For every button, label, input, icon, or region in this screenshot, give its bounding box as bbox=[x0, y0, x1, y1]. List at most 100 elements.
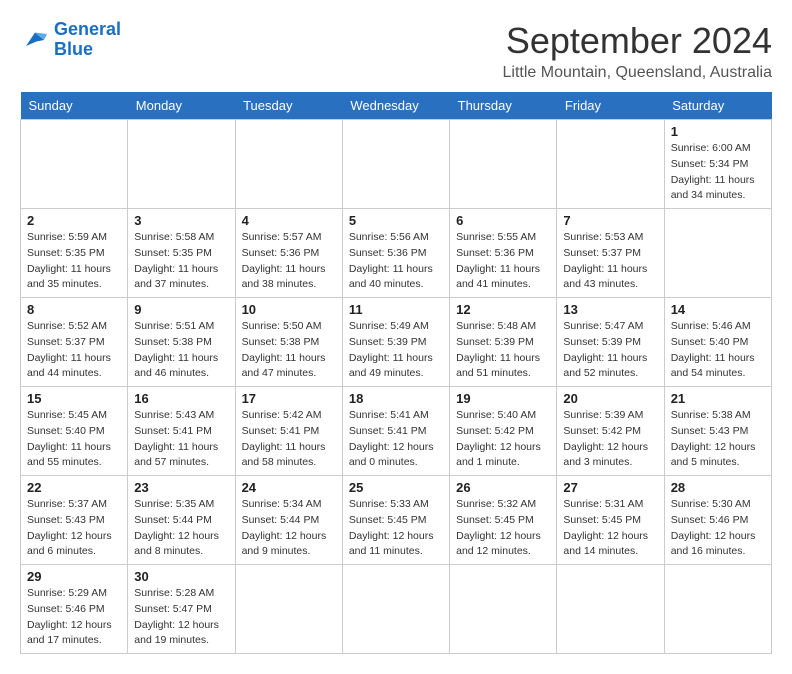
calendar-cell: 1Sunrise: 6:00 AMSunset: 5:34 PMDaylight… bbox=[664, 120, 771, 209]
week-row-3: 15 Sunrise: 5:45 AMSunset: 5:40 PMDayligh… bbox=[21, 387, 772, 476]
day-info: Sunrise: 5:53 AMSunset: 5:37 PMDaylight:… bbox=[563, 230, 657, 293]
day-number: 13 bbox=[563, 302, 657, 317]
day-info: Sunrise: 5:39 AMSunset: 5:42 PMDaylight:… bbox=[563, 408, 657, 471]
calendar-cell: 23 Sunrise: 5:35 AMSunset: 5:44 PMDayligh… bbox=[128, 476, 235, 565]
day-info: Sunrise: 5:42 AMSunset: 5:41 PMDaylight:… bbox=[242, 408, 336, 471]
month-title: September 2024 bbox=[503, 20, 773, 62]
col-header-wednesday: Wednesday bbox=[342, 92, 449, 120]
day-number: 2 bbox=[27, 213, 121, 228]
day-number: 20 bbox=[563, 391, 657, 406]
day-number: 17 bbox=[242, 391, 336, 406]
day-number: 12 bbox=[456, 302, 550, 317]
calendar-cell: 5Sunrise: 5:56 AMSunset: 5:36 PMDaylight… bbox=[342, 209, 449, 298]
day-number: 5 bbox=[349, 213, 443, 228]
col-header-friday: Friday bbox=[557, 92, 664, 120]
calendar-cell: 30 Sunrise: 5:28 AMSunset: 5:47 PMDayligh… bbox=[128, 565, 235, 654]
day-number: 1 bbox=[671, 124, 765, 139]
calendar-cell: 20 Sunrise: 5:39 AMSunset: 5:42 PMDayligh… bbox=[557, 387, 664, 476]
day-number: 7 bbox=[563, 213, 657, 228]
calendar-header-row: SundayMondayTuesdayWednesdayThursdayFrid… bbox=[21, 92, 772, 120]
calendar-cell bbox=[557, 565, 664, 654]
calendar-cell bbox=[664, 565, 771, 654]
col-header-sunday: Sunday bbox=[21, 92, 128, 120]
day-info: Sunrise: 5:30 AMSunset: 5:46 PMDaylight:… bbox=[671, 497, 765, 560]
day-number: 22 bbox=[27, 480, 121, 495]
col-header-monday: Monday bbox=[128, 92, 235, 120]
day-info: Sunrise: 5:35 AMSunset: 5:44 PMDaylight:… bbox=[134, 497, 228, 560]
calendar-cell bbox=[342, 120, 449, 209]
day-number: 4 bbox=[242, 213, 336, 228]
calendar-cell: 21Sunrise: 5:38 AMSunset: 5:43 PMDayligh… bbox=[664, 387, 771, 476]
day-number: 18 bbox=[349, 391, 443, 406]
calendar-table: SundayMondayTuesdayWednesdayThursdayFrid… bbox=[20, 92, 772, 654]
day-number: 27 bbox=[563, 480, 657, 495]
week-row-5: 29 Sunrise: 5:29 AMSunset: 5:46 PMDayligh… bbox=[21, 565, 772, 654]
calendar-cell bbox=[664, 209, 771, 298]
day-number: 11 bbox=[349, 302, 443, 317]
calendar-cell: 7 Sunrise: 5:53 AMSunset: 5:37 PMDaylight… bbox=[557, 209, 664, 298]
calendar-cell: 26Sunrise: 5:32 AMSunset: 5:45 PMDayligh… bbox=[450, 476, 557, 565]
week-row-4: 22 Sunrise: 5:37 AMSunset: 5:43 PMDayligh… bbox=[21, 476, 772, 565]
day-info: Sunrise: 5:49 AMSunset: 5:39 PMDaylight:… bbox=[349, 319, 443, 382]
calendar-cell bbox=[557, 120, 664, 209]
day-info: Sunrise: 5:31 AMSunset: 5:45 PMDaylight:… bbox=[563, 497, 657, 560]
col-header-tuesday: Tuesday bbox=[235, 92, 342, 120]
calendar-cell: 9Sunrise: 5:51 AMSunset: 5:38 PMDaylight… bbox=[128, 298, 235, 387]
calendar-cell bbox=[450, 120, 557, 209]
day-info: Sunrise: 5:47 AMSunset: 5:39 PMDaylight:… bbox=[563, 319, 657, 382]
logo-general: General bbox=[54, 19, 121, 39]
week-row-0: 1Sunrise: 6:00 AMSunset: 5:34 PMDaylight… bbox=[21, 120, 772, 209]
day-number: 15 bbox=[27, 391, 121, 406]
calendar-cell: 27 Sunrise: 5:31 AMSunset: 5:45 PMDayligh… bbox=[557, 476, 664, 565]
day-info: Sunrise: 5:59 AMSunset: 5:35 PMDaylight:… bbox=[27, 230, 121, 293]
calendar-cell: 12 Sunrise: 5:48 AMSunset: 5:39 PMDayligh… bbox=[450, 298, 557, 387]
calendar-cell: 13 Sunrise: 5:47 AMSunset: 5:39 PMDayligh… bbox=[557, 298, 664, 387]
day-info: Sunrise: 5:48 AMSunset: 5:39 PMDaylight:… bbox=[456, 319, 550, 382]
calendar-cell: 17 Sunrise: 5:42 AMSunset: 5:41 PMDayligh… bbox=[235, 387, 342, 476]
day-number: 16 bbox=[134, 391, 228, 406]
day-info: Sunrise: 5:29 AMSunset: 5:46 PMDaylight:… bbox=[27, 586, 121, 649]
day-info: Sunrise: 5:37 AMSunset: 5:43 PMDaylight:… bbox=[27, 497, 121, 560]
calendar-cell: 29 Sunrise: 5:29 AMSunset: 5:46 PMDayligh… bbox=[21, 565, 128, 654]
calendar-cell: 2 Sunrise: 5:59 AMSunset: 5:35 PMDaylight… bbox=[21, 209, 128, 298]
calendar-cell bbox=[450, 565, 557, 654]
day-number: 24 bbox=[242, 480, 336, 495]
day-info: Sunrise: 5:41 AMSunset: 5:41 PMDaylight:… bbox=[349, 408, 443, 471]
calendar-cell: 6 Sunrise: 5:55 AMSunset: 5:36 PMDaylight… bbox=[450, 209, 557, 298]
day-info: Sunrise: 5:46 AMSunset: 5:40 PMDaylight:… bbox=[671, 319, 765, 382]
calendar-cell: 3Sunrise: 5:58 AMSunset: 5:35 PMDaylight… bbox=[128, 209, 235, 298]
calendar-cell: 19Sunrise: 5:40 AMSunset: 5:42 PMDayligh… bbox=[450, 387, 557, 476]
calendar-cell: 10Sunrise: 5:50 AMSunset: 5:38 PMDayligh… bbox=[235, 298, 342, 387]
day-info: Sunrise: 5:43 AMSunset: 5:41 PMDaylight:… bbox=[134, 408, 228, 471]
day-number: 29 bbox=[27, 569, 121, 584]
calendar-cell: 25Sunrise: 5:33 AMSunset: 5:45 PMDayligh… bbox=[342, 476, 449, 565]
calendar-cell: 15 Sunrise: 5:45 AMSunset: 5:40 PMDayligh… bbox=[21, 387, 128, 476]
day-info: Sunrise: 5:28 AMSunset: 5:47 PMDaylight:… bbox=[134, 586, 228, 649]
day-info: Sunrise: 5:55 AMSunset: 5:36 PMDaylight:… bbox=[456, 230, 550, 293]
day-number: 21 bbox=[671, 391, 765, 406]
calendar-cell bbox=[21, 120, 128, 209]
calendar-cell: 14 Sunrise: 5:46 AMSunset: 5:40 PMDayligh… bbox=[664, 298, 771, 387]
logo: General Blue bbox=[20, 20, 121, 60]
day-info: Sunrise: 5:40 AMSunset: 5:42 PMDaylight:… bbox=[456, 408, 550, 471]
calendar-cell: 16 Sunrise: 5:43 AMSunset: 5:41 PMDayligh… bbox=[128, 387, 235, 476]
day-info: Sunrise: 5:32 AMSunset: 5:45 PMDaylight:… bbox=[456, 497, 550, 560]
day-number: 23 bbox=[134, 480, 228, 495]
day-number: 8 bbox=[27, 302, 121, 317]
col-header-saturday: Saturday bbox=[664, 92, 771, 120]
day-number: 28 bbox=[671, 480, 765, 495]
calendar-cell: 28 Sunrise: 5:30 AMSunset: 5:46 PMDayligh… bbox=[664, 476, 771, 565]
day-number: 6 bbox=[456, 213, 550, 228]
logo-icon bbox=[20, 25, 50, 55]
week-row-2: 8Sunrise: 5:52 AMSunset: 5:37 PMDaylight… bbox=[21, 298, 772, 387]
day-info: Sunrise: 5:51 AMSunset: 5:38 PMDaylight:… bbox=[134, 319, 228, 382]
calendar-cell: 8Sunrise: 5:52 AMSunset: 5:37 PMDaylight… bbox=[21, 298, 128, 387]
page-header: General Blue September 2024 Little Mount… bbox=[20, 20, 772, 82]
calendar-cell: 11 Sunrise: 5:49 AMSunset: 5:39 PMDayligh… bbox=[342, 298, 449, 387]
day-number: 14 bbox=[671, 302, 765, 317]
day-number: 25 bbox=[349, 480, 443, 495]
calendar-cell: 24Sunrise: 5:34 AMSunset: 5:44 PMDayligh… bbox=[235, 476, 342, 565]
calendar-cell bbox=[235, 565, 342, 654]
day-info: Sunrise: 5:45 AMSunset: 5:40 PMDaylight:… bbox=[27, 408, 121, 471]
day-number: 30 bbox=[134, 569, 228, 584]
